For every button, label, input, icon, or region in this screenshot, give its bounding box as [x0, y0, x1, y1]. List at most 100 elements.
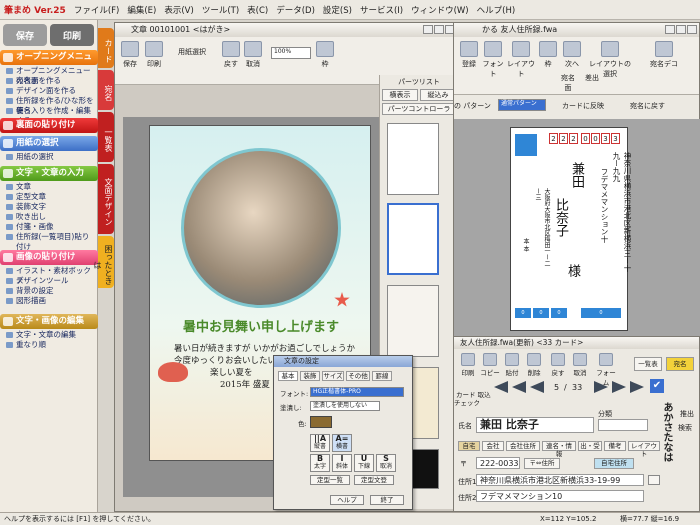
next-tool[interactable]: 次へ [562, 41, 582, 69]
launcher-item[interactable]: 背景の設定 [4, 286, 96, 296]
reset-button[interactable]: 宛名に戻す [630, 101, 665, 111]
menu-data[interactable]: データ(D) [276, 4, 315, 16]
address-button[interactable]: 宛名 [666, 357, 694, 371]
address-side-tool[interactable]: 宛名面 [558, 73, 578, 93]
print-button[interactable]: 印刷 [50, 24, 94, 46]
tab-help[interactable]: 困ったときは [93, 236, 114, 288]
tab-size[interactable]: サイズ [322, 371, 344, 381]
vertical-text-button[interactable]: ||A 縦書 [310, 434, 330, 452]
paste-tool[interactable]: 貼付 [502, 353, 522, 377]
paper-select-tool[interactable]: 用紙選択 [169, 47, 215, 57]
frame-tool[interactable]: 枠 [315, 41, 335, 69]
preview-thumb-selected[interactable] [387, 203, 439, 275]
launcher-item[interactable]: デザインツール [4, 276, 96, 286]
form-tool[interactable]: フォーム [594, 353, 618, 387]
maximize-icon[interactable] [676, 25, 686, 34]
delete-tool[interactable]: 削除 [524, 353, 544, 377]
horizontal-view-button[interactable]: 横表示 [382, 89, 418, 101]
menu-table[interactable]: 表(C) [247, 4, 268, 16]
template-list-button[interactable]: 定型一覧 [310, 475, 350, 485]
reflect-button[interactable]: カードに反映 [562, 101, 604, 111]
tab-company-address[interactable]: 会社住所 [506, 441, 540, 451]
launcher-item[interactable]: 用紙の選択 [4, 152, 96, 162]
fill-select[interactable]: 塗潰しを使用しない [310, 401, 380, 411]
name-input[interactable]: 兼田 比奈子 [476, 417, 594, 433]
undo-tool[interactable]: 戻す [548, 353, 568, 377]
pattern-select[interactable]: 通常パターン [498, 99, 546, 111]
tab-decoration[interactable]: 装飾 [300, 371, 320, 381]
tab-layout[interactable]: レイアウト [628, 441, 660, 458]
tab-company[interactable]: 会社 [482, 441, 504, 451]
kana-index[interactable]: あかさたなは [658, 402, 674, 462]
font-tool[interactable]: フォント [482, 41, 504, 79]
address1-input[interactable]: 神奈川県横浜市港北区新横浜33-19-99 [476, 474, 644, 486]
copy-tool[interactable]: コピー [480, 353, 500, 377]
vertical-view-button[interactable]: 縦込み [420, 89, 456, 101]
message-line[interactable]: 暑い日が続きますが いかがお過ごしでしょうか [174, 342, 374, 354]
photo-image[interactable] [181, 148, 341, 308]
menu-tool[interactable]: ツール(T) [202, 4, 239, 16]
section-back-paste[interactable]: 裏面の貼り付け [0, 118, 98, 133]
frame-tool[interactable]: 枠 [538, 41, 558, 69]
color-swatch[interactable] [310, 416, 332, 428]
tab-list[interactable]: 一覧表 [98, 112, 114, 162]
launcher-item[interactable]: 文字・文章の編集 [4, 330, 96, 340]
menu-window[interactable]: ウィンドウ(W) [411, 4, 469, 16]
launcher-item[interactable]: デザイン面を作る [4, 86, 96, 96]
prev-page-icon[interactable] [512, 381, 526, 393]
zoom-select[interactable]: 100% [271, 47, 311, 59]
save-tool[interactable]: 保存 [119, 41, 141, 69]
tab-border[interactable]: 罫線 [372, 371, 392, 381]
maximize-icon[interactable] [434, 25, 444, 34]
tab-notes[interactable]: 備考 [604, 441, 626, 451]
tab-other[interactable]: その他 [346, 371, 370, 381]
tab-design[interactable]: 文面デザイン [98, 164, 114, 234]
redo-tool[interactable]: 取消 [570, 353, 590, 377]
tab-basic[interactable]: 基本 [278, 371, 298, 381]
sender-tool[interactable]: 差出 [582, 73, 602, 83]
first-icon[interactable] [494, 381, 508, 393]
section-text-input[interactable]: 文字・文章の入力 [0, 166, 98, 181]
tab-send-receive[interactable]: 出・受 [578, 441, 602, 451]
check-icon[interactable]: ✔ [650, 379, 664, 393]
section-paper-select[interactable]: 用紙の選択 [0, 136, 98, 151]
launcher-item[interactable]: 図形描画 [4, 296, 96, 306]
layout-tool[interactable]: レイアウト [506, 41, 536, 79]
font-select[interactable]: HG正楷書体-PRO [310, 387, 404, 397]
menu-help[interactable]: ヘルプ(H) [477, 4, 516, 16]
next-page-icon[interactable] [612, 381, 626, 393]
launcher-item[interactable]: 文章 [4, 182, 96, 192]
category-input[interactable] [598, 419, 648, 431]
close-button[interactable]: 終了 [370, 495, 404, 505]
help-button[interactable]: ヘルプ [330, 495, 364, 505]
launcher-item[interactable]: 装飾文字 [4, 202, 96, 212]
section-edit[interactable]: 文字・画像の編集 [0, 314, 98, 329]
menu-service[interactable]: サービス(I) [360, 4, 403, 16]
menu-edit[interactable]: 編集(E) [127, 4, 156, 16]
launcher-item[interactable]: 宛名面を作る [4, 76, 96, 86]
launcher-item[interactable]: 重なり順 [4, 340, 96, 350]
address-deco-tool[interactable]: 宛名デコ [642, 41, 686, 69]
bold-button[interactable]: B 太字 [310, 454, 330, 472]
list-button[interactable]: 一覧表 [634, 357, 662, 371]
address2-input[interactable]: フデマメマンション10 [476, 490, 644, 502]
close-icon[interactable] [687, 25, 697, 34]
tab-joint-info[interactable]: 連名・情報 [542, 441, 576, 458]
greeting-text[interactable]: 暑中お見舞い申し上げます [152, 316, 370, 335]
menu-file[interactable]: ファイル(F) [74, 4, 120, 16]
redo-tool[interactable]: 取消 [243, 41, 263, 69]
preview-thumb[interactable] [387, 285, 439, 357]
minimize-icon[interactable] [423, 25, 433, 34]
postcard-address-side[interactable]: 2 2 2 0 0 3 3 神奈川県横浜市港北区新横浜三ー十九ー九九 フデマメマ… [510, 127, 632, 331]
menu-view[interactable]: 表示(V) [164, 4, 193, 16]
preview-thumb[interactable] [387, 123, 439, 195]
launcher-item[interactable]: 住所録(一覧項目)貼り付け [4, 232, 96, 251]
launcher-item[interactable]: イラスト・素材ボックス [4, 266, 96, 285]
prev-icon[interactable] [530, 381, 544, 393]
launcher-item[interactable]: 住所録を作る/ひな形を使う [4, 96, 96, 115]
register-tool[interactable]: 登録 [458, 41, 480, 69]
launcher-item[interactable]: 付箋・画像 [4, 222, 96, 232]
italic-button[interactable]: I 斜体 [332, 454, 352, 472]
section-opening-menu[interactable]: オープニングメニュー [0, 50, 98, 77]
zip-convert-button[interactable]: 〒⇔住所 [524, 458, 560, 469]
